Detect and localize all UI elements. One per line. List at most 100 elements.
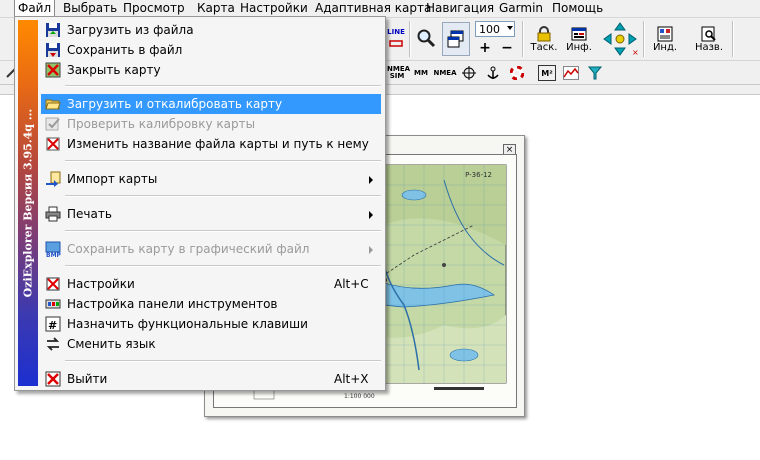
menu-separator [65,85,381,87]
menu-garmin[interactable]: Garmin [496,0,546,17]
menu-item-function-keys[interactable]: # Назначить функциональные клавиши [41,314,381,334]
zoom-level-value: 100 [479,23,500,36]
printer-icon [45,206,61,222]
line-label: LINE [387,28,405,36]
menu-item-print[interactable]: Печать [41,204,381,224]
zoom-tool-button[interactable] [414,22,438,54]
menu-item-toolbar-settings[interactable]: Настройка панели инструментов [41,294,381,314]
menu-item-label: Загрузить и откалибровать карту [67,97,283,111]
zoom-level-select[interactable]: 100 [475,21,515,37]
menu-item-label: Загрузить из файла [67,23,194,37]
info-window-icon [571,27,587,40]
submenu-arrow-icon [369,246,373,254]
menu-separator [65,230,381,232]
menu-item-label: Проверить калибровку карты [67,117,256,131]
menu-separator [65,195,381,197]
map-scale-label: 1:100 000 [344,393,375,400]
map-windows-icon [447,30,464,48]
rename-map-icon [46,137,60,151]
settings-icon [46,277,60,291]
map-sheet-code: P-36-12 [465,171,492,179]
map-window-button[interactable] [442,22,470,56]
file-menu: OziExplorer Версия 3.95.4q ... Загрузить… [14,16,386,391]
index-icon [657,26,673,41]
line-button[interactable]: LINE [387,21,405,57]
svg-text:#: # [48,319,57,332]
menu-item-load-from-file[interactable]: Загрузить из файла [41,20,381,40]
nmea-button[interactable]: NMEA [433,64,457,81]
menu-item-label: Изменить название файла карты и путь к н… [67,137,369,151]
mm-button[interactable]: MM [412,64,430,81]
submenu-arrow-icon [369,176,373,184]
nmea-sim-label: NMEA SIM [387,64,411,80]
check-calibration-icon [45,117,60,131]
submenu-arrow-icon [369,211,373,219]
menu-item-check-calibration[interactable]: Проверить калибровку карты [41,114,381,134]
line-icon [389,40,403,47]
filter-icon[interactable] [586,64,604,81]
index-button[interactable]: Инд. [648,21,682,57]
chevron-down-icon [507,26,513,30]
name-label: Назв. [694,41,724,53]
area-label: M² [541,68,553,78]
name-button[interactable]: Назв. [691,21,727,57]
menu-item-label: Выйти [67,372,108,386]
menu-item-rename-map-file[interactable]: Изменить название файла карты и путь к н… [41,134,381,154]
move-map-button[interactable]: × [600,20,640,58]
menu-item-label: Сохранить в файл [67,43,183,57]
zoom-in-button[interactable]: + [478,40,492,56]
zoom-out-button[interactable]: − [500,40,514,56]
bmp-icon: BMP [45,241,61,257]
task-button[interactable]: Таск. [527,21,561,57]
version-banner: OziExplorer Версия 3.95.4q ... [18,20,38,386]
info-label: Инф. [566,41,592,53]
menu-item-save-to-file[interactable]: Сохранить в файл [41,40,381,60]
menu-item-label: Импорт карты [67,172,158,186]
menu-help[interactable]: Помощь [549,0,606,17]
menu-item-label: Назначить функциональные клавиши [67,317,308,331]
menu-item-save-map-image[interactable]: BMP Сохранить карту в графический файл [41,239,381,259]
area-button[interactable]: M² [538,65,556,81]
info-button[interactable]: Инф. [564,21,594,57]
menu-item-load-and-calibrate[interactable]: Загрузить и откалибровать карту [41,94,381,114]
menu-adaptive-map[interactable]: Адаптивная карта [312,0,434,17]
graph-icon[interactable] [562,64,580,81]
lifebuoy-icon[interactable] [508,64,526,81]
index-label: Инд. [652,41,678,53]
menu-separator [65,160,381,162]
svg-text:×: × [632,48,638,57]
mm-label: MM [414,68,428,77]
menu-separator [65,360,381,362]
menu-item-exit[interactable]: Выйти Alt+X [41,369,381,389]
menu-item-import-map[interactable]: Импорт карты [41,169,381,189]
menu-item-change-language[interactable]: Сменить язык [41,334,381,354]
floppy-load-icon [46,23,60,37]
version-banner-text: OziExplorer Версия 3.95.4q ... [21,108,35,298]
menu-select[interactable]: Выбрать [60,0,120,17]
import-icon [46,171,61,187]
menu-view[interactable]: Просмотр [120,0,188,17]
menu-file[interactable]: Файл [14,0,56,17]
menu-item-label: Сменить язык [67,337,156,351]
menu-item-label: Печать [67,207,112,221]
menu-navigation[interactable]: Навигация [423,0,497,17]
floppy-save-icon [46,43,60,57]
menu-item-close-map[interactable]: Закрыть карту [41,60,381,80]
menu-item-label: Сохранить карту в графический файл [67,242,310,256]
anchor-icon[interactable] [484,64,502,81]
menu-separator [65,265,381,267]
crosshair-icon[interactable] [460,64,478,81]
menu-item-shortcut: Alt+X [334,372,369,386]
nmea-label: NMEA [433,68,457,77]
menu-map[interactable]: Карта [194,0,238,17]
move-arrows-icon: × [603,22,638,57]
svg-text:BMP: BMP [46,252,61,257]
menu-item-shortcut: Alt+C [334,277,369,291]
menu-item-settings[interactable]: Настройки Alt+C [41,274,381,294]
nmea-sim-button[interactable]: NMEA SIM [386,64,411,81]
menu-item-label: Закрыть карту [67,63,161,77]
menu-settings[interactable]: Настройки [237,0,311,17]
toolbar-settings-icon [45,299,61,309]
lock-icon [537,25,551,41]
magnifier-icon [417,29,436,48]
